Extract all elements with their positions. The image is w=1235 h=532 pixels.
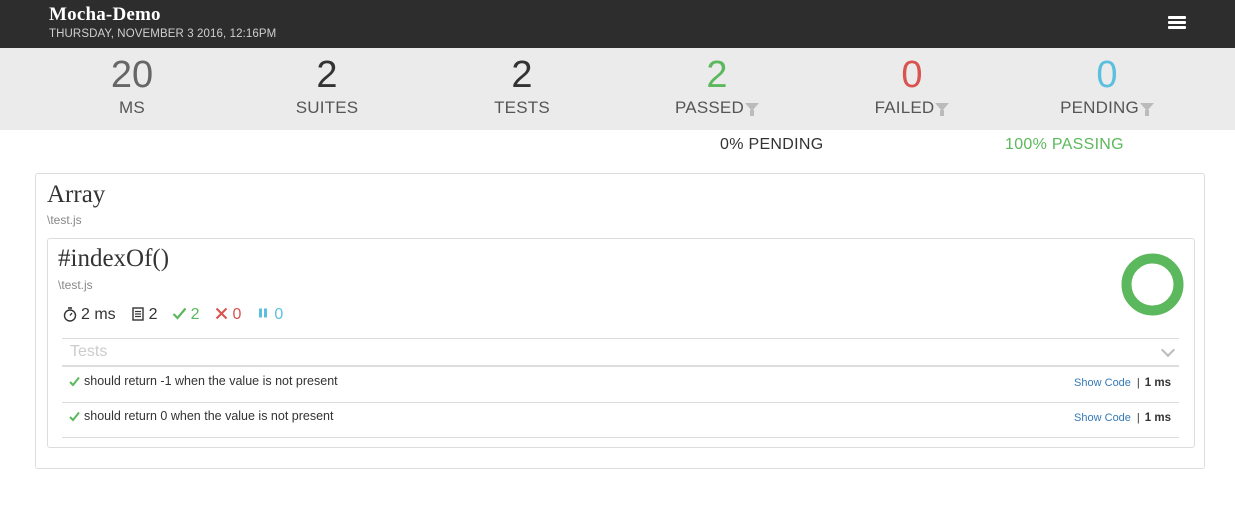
document-icon xyxy=(130,307,146,323)
filter-icon xyxy=(744,103,759,116)
stat-pending-value: 0 xyxy=(1096,54,1118,96)
child-suite-card: #indexOf() \test.js 2 ms 2 2 0 0 Tests s… xyxy=(47,238,1195,448)
check-icon xyxy=(69,411,80,422)
chevron-down-icon xyxy=(1160,342,1176,358)
stat-tests-value: 2 xyxy=(511,54,533,96)
stat-failed-filter[interactable]: 0 FAILED xyxy=(822,54,1002,118)
stat-passed-filter[interactable]: 2 PASSED xyxy=(627,54,807,118)
child-suite-title: #indexOf() xyxy=(58,245,170,272)
stat-tests-label: TESTS xyxy=(494,98,550,117)
stat-suites: 2 SUITES xyxy=(237,54,417,118)
stat-duration: 20 MS xyxy=(42,54,222,118)
test-row[interactable]: should return -1 when the value is not p… xyxy=(62,368,1179,403)
hamburger-icon[interactable] xyxy=(1168,16,1186,31)
check-icon xyxy=(69,376,80,387)
metric-duration: 2 ms xyxy=(62,306,116,324)
app-header: Mocha-Demo THURSDAY, NOVEMBER 3 2016, 12… xyxy=(0,0,1235,48)
test-duration: 1 ms xyxy=(1144,377,1171,389)
metric-failed-value: 0 xyxy=(232,306,242,323)
metric-failed: 0 xyxy=(213,306,241,324)
pass-rate-donut xyxy=(1121,253,1184,316)
test-name: should return -1 when the value is not p… xyxy=(84,374,338,388)
stat-failed-value: 0 xyxy=(901,54,923,96)
metric-pending-value: 0 xyxy=(274,306,284,323)
metric-tests: 2 xyxy=(130,306,158,324)
metric-passed-value: 2 xyxy=(190,306,200,323)
report-title: Mocha-Demo xyxy=(49,4,161,25)
pass-rate-arc xyxy=(1121,253,1184,316)
filter-icon xyxy=(1139,103,1154,116)
test-duration: 1 ms xyxy=(1144,412,1171,424)
pending-percentage: 0% PENDING xyxy=(720,136,824,153)
test-row[interactable]: should return 0 when the value is not pr… xyxy=(62,403,1179,438)
stat-pending-label: PENDING xyxy=(1060,98,1139,117)
stat-suites-value: 2 xyxy=(316,54,338,96)
suite-file: \test.js xyxy=(47,213,82,227)
metric-pending: 0 xyxy=(255,306,283,324)
metric-passed: 2 xyxy=(172,306,200,324)
stat-pending-filter[interactable]: 0 PENDING xyxy=(1017,54,1197,118)
suite-metrics: 2 ms 2 2 0 0 xyxy=(62,305,297,325)
report-date: THURSDAY, NOVEMBER 3 2016, 12:16PM xyxy=(49,28,277,40)
separator: | xyxy=(1136,377,1140,389)
show-code-link[interactable]: Show Code xyxy=(1074,377,1131,389)
stat-tests: 2 TESTS xyxy=(432,54,612,118)
show-code-link[interactable]: Show Code xyxy=(1074,412,1131,424)
stat-duration-label: MS xyxy=(119,98,145,117)
passing-percentage: 100% PASSING xyxy=(1005,136,1124,153)
metric-duration-value: 2 ms xyxy=(81,306,116,323)
stopwatch-icon xyxy=(62,307,78,323)
test-name: should return 0 when the value is not pr… xyxy=(84,409,334,423)
stats-bar: 20 MS 2 SUITES 2 TESTS 2 PASSED 0 FAILED… xyxy=(0,48,1235,130)
stat-failed-label: FAILED xyxy=(874,98,935,117)
stat-suites-label: SUITES xyxy=(295,98,359,117)
tests-section-toggle[interactable]: Tests xyxy=(62,338,1179,367)
stat-passed-value: 2 xyxy=(706,54,728,96)
tests-section-label: Tests xyxy=(70,343,108,360)
stat-passed-label: PASSED xyxy=(675,98,744,117)
check-icon xyxy=(172,307,188,323)
suite-card: Array \test.js #indexOf() \test.js 2 ms … xyxy=(35,173,1205,469)
x-icon xyxy=(213,307,229,323)
child-suite-file: \test.js xyxy=(58,278,93,292)
pause-icon xyxy=(255,307,271,323)
suite-title: Array xyxy=(47,181,106,208)
metric-tests-value: 2 xyxy=(148,306,158,323)
filter-icon xyxy=(935,103,950,116)
separator: | xyxy=(1136,412,1140,424)
stat-duration-value: 20 xyxy=(110,54,154,96)
